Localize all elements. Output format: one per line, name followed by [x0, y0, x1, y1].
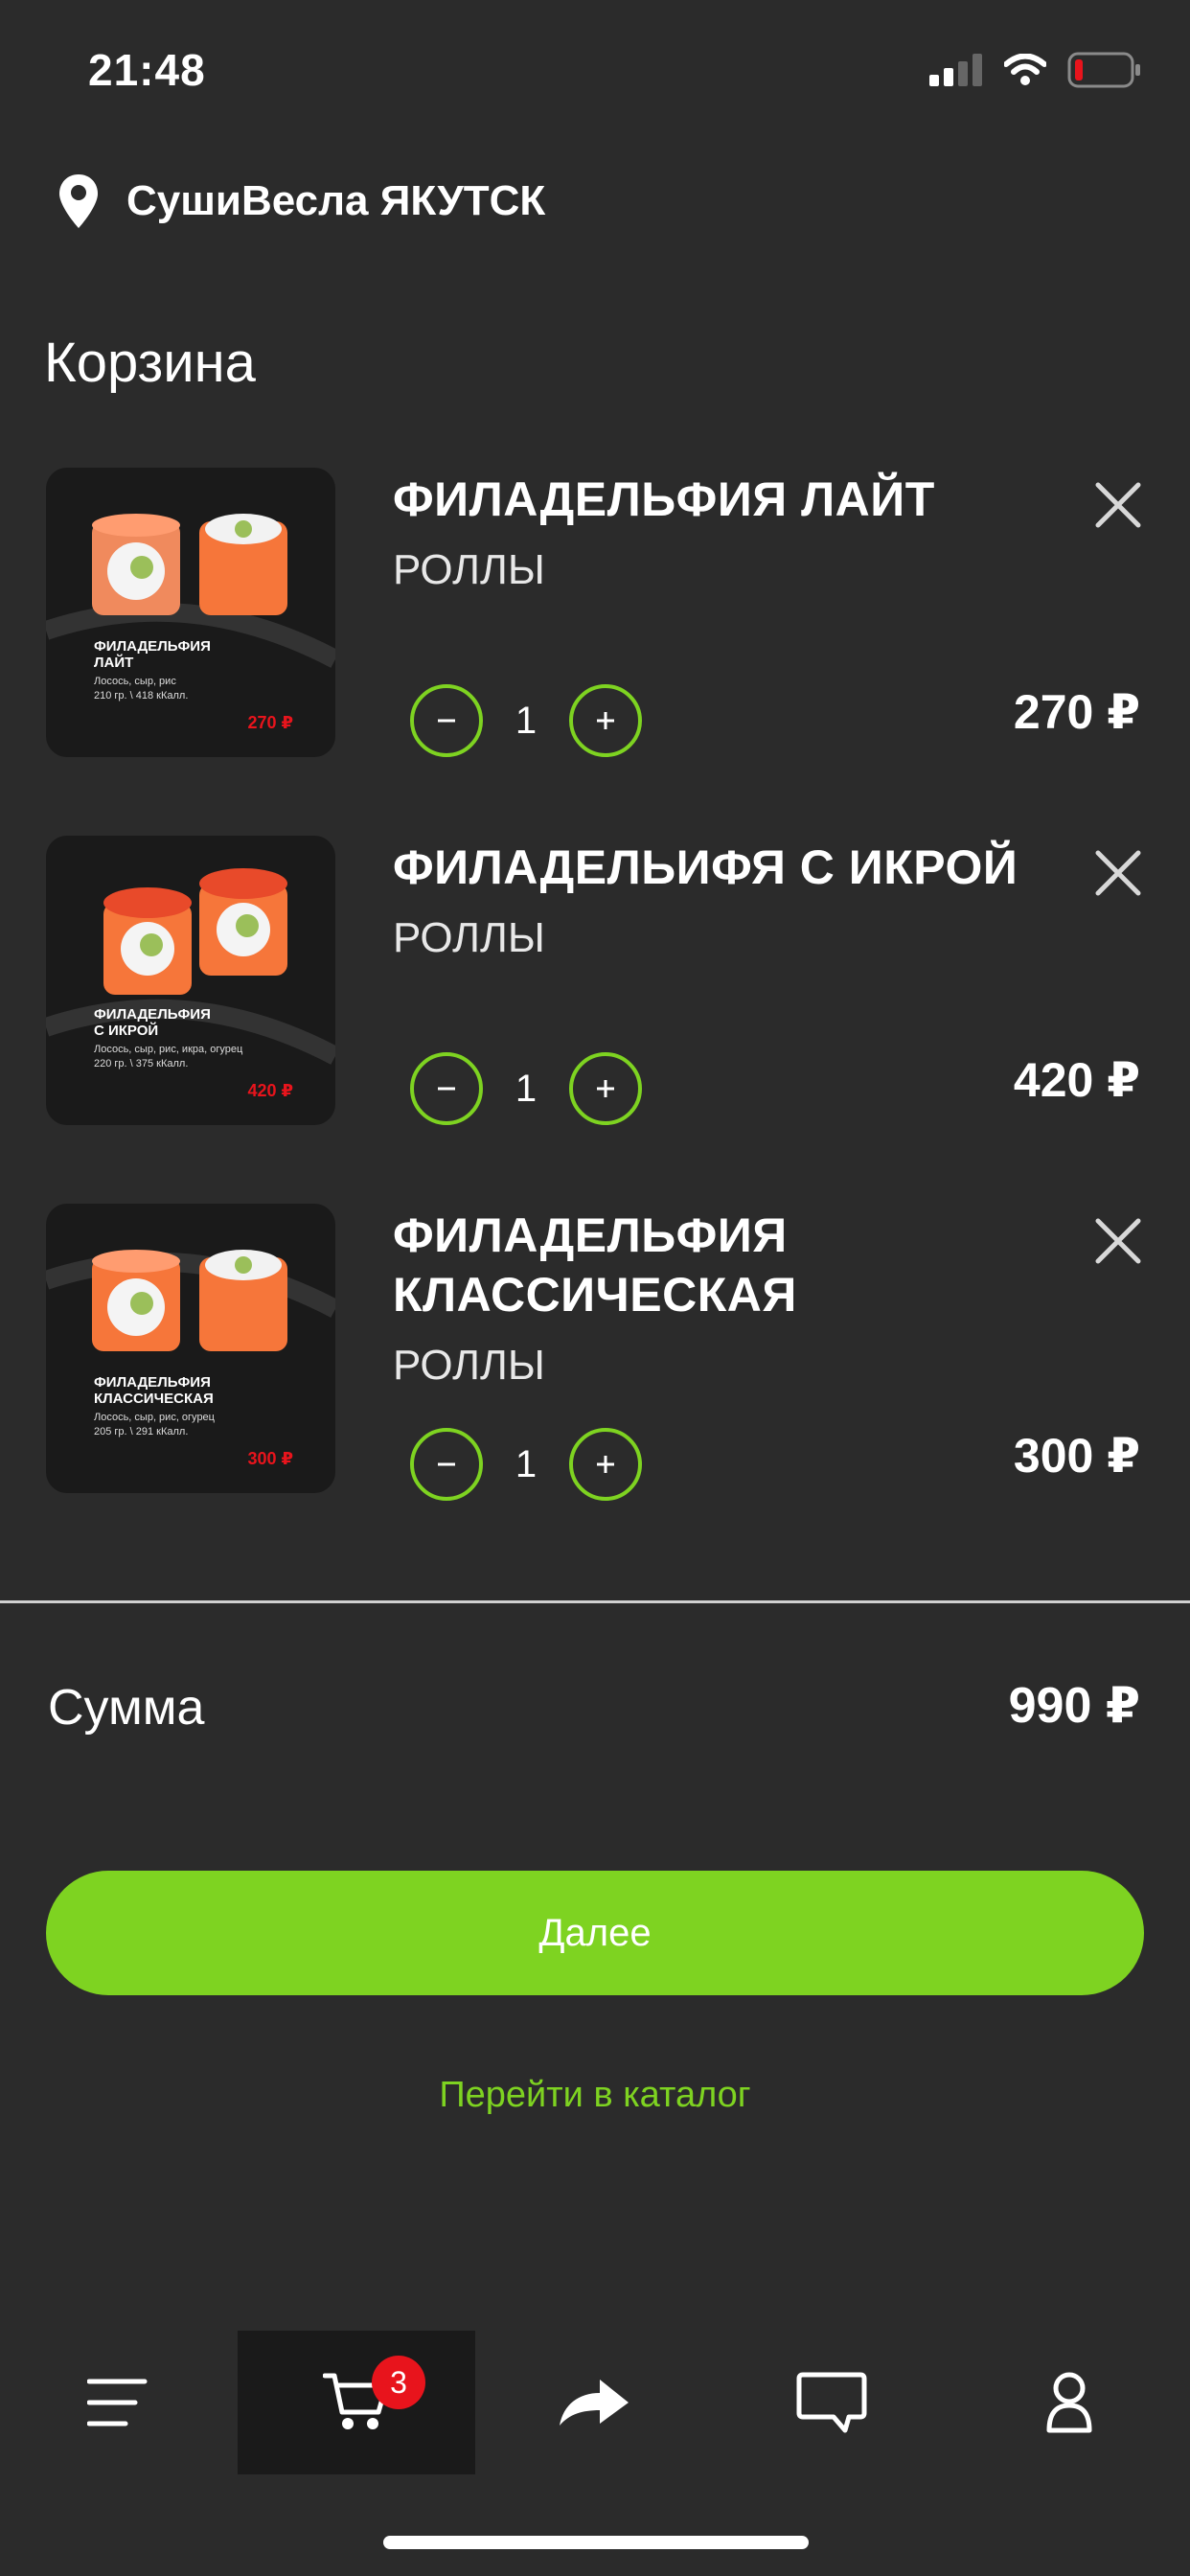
minus-icon — [438, 1087, 455, 1091]
sum-total: 990 ₽ — [1008, 1678, 1140, 1734]
item-category: РОЛЛЫ — [393, 546, 545, 593]
nav-share[interactable] — [475, 2331, 713, 2474]
wifi-icon — [1004, 54, 1046, 85]
nav-menu[interactable] — [0, 2331, 238, 2474]
increase-quantity-button[interactable] — [569, 684, 642, 757]
thumb-title: ФИЛАДЕЛЬФИЯ С ИКРОЙ — [94, 1006, 211, 1039]
thumb-description: Лосось, сыр, рис, огурец 205 гр. \ 291 кК… — [94, 1412, 215, 1438]
decrease-quantity-button[interactable] — [410, 684, 483, 757]
nav-profile[interactable] — [950, 2331, 1188, 2474]
minus-icon — [438, 1462, 455, 1466]
plus-icon — [597, 712, 614, 729]
battery-icon — [1067, 52, 1140, 88]
thumb-title: ФИЛАДЕЛЬФИЯ ЛАЙТ — [94, 638, 211, 671]
divider — [0, 1600, 1190, 1603]
cart-count-badge: 3 — [372, 2356, 425, 2409]
increase-quantity-button[interactable] — [569, 1052, 642, 1125]
thumb-description: Лосось, сыр, рис 210 гр. \ 418 кКалл. — [94, 676, 189, 702]
item-name: ФИЛАДЕЛЬФИЯ ЛАЙТ — [393, 472, 935, 526]
decrease-quantity-button[interactable] — [410, 1428, 483, 1501]
quantity-value: 1 — [515, 1067, 538, 1110]
location-pin-icon — [59, 174, 98, 228]
plus-icon — [597, 1080, 614, 1097]
location-selector[interactable]: СушиВесла ЯКУТСК — [57, 172, 545, 230]
sum-label: Сумма — [48, 1680, 205, 1736]
increase-quantity-button[interactable] — [569, 1428, 642, 1501]
plus-icon — [597, 1456, 614, 1473]
next-button[interactable]: Далее — [46, 1871, 1144, 1995]
item-category: РОЛЛЫ — [393, 1342, 545, 1389]
status-bar: 21:48 — [0, 0, 1190, 144]
thumb-description: Лосось, сыр, рис, икра, огурец 220 гр. \ … — [94, 1044, 243, 1070]
quantity-stepper: 1 — [410, 684, 642, 757]
item-name: ФИЛАДЕЛЬИФЯ С ИКРОЙ — [393, 840, 1018, 894]
quantity-value: 1 — [515, 699, 538, 742]
signal-icon — [929, 54, 982, 86]
close-icon — [1095, 1218, 1141, 1264]
product-image: ФИЛАДЕЛЬФИЯ КЛАССИЧЕСКАЯ Лосось, сыр, рис… — [46, 1204, 335, 1493]
item-price: 420 ₽ — [1013, 1053, 1140, 1107]
quantity-value: 1 — [515, 1442, 538, 1485]
thumb-title: ФИЛАДЕЛЬФИЯ КЛАССИЧЕСКАЯ — [94, 1374, 214, 1407]
profile-icon — [1046, 2372, 1092, 2433]
item-name: ФИЛАДЕЛЬФИЯ КЛАССИЧЕСКАЯ — [393, 1208, 797, 1322]
close-icon — [1095, 482, 1141, 528]
go-to-catalog-link[interactable]: Перейти в каталог — [0, 2075, 1190, 2116]
status-icons — [929, 52, 1142, 88]
nav-chat[interactable] — [713, 2331, 950, 2474]
chat-icon — [796, 2372, 867, 2433]
close-icon — [1095, 850, 1141, 896]
thumb-price: 270 ₽ — [247, 713, 293, 732]
minus-icon — [438, 719, 455, 723]
home-indicator — [383, 2536, 809, 2549]
quantity-stepper: 1 — [410, 1052, 642, 1125]
item-category: РОЛЛЫ — [393, 914, 545, 961]
item-price: 300 ₽ — [1013, 1429, 1140, 1483]
nav-cart[interactable]: 3 — [238, 2331, 475, 2474]
item-price: 270 ₽ — [1013, 685, 1140, 739]
share-icon — [560, 2380, 629, 2426]
remove-item-button[interactable] — [1090, 477, 1146, 533]
quantity-stepper: 1 — [410, 1428, 642, 1501]
remove-item-button[interactable] — [1090, 1213, 1146, 1269]
thumb-price: 300 ₽ — [247, 1449, 293, 1468]
thumb-price: 420 ₽ — [247, 1081, 293, 1100]
location-name: СушиВесла ЯКУТСК — [126, 177, 546, 224]
menu-icon — [87, 2379, 148, 2426]
bottom-nav: 3 — [0, 2331, 1190, 2474]
product-image: ФИЛАДЕЛЬФИЯ ЛАЙТ Лосось, сыр, рис 210 гр. … — [46, 468, 335, 757]
page-title: Корзина — [44, 332, 256, 394]
remove-item-button[interactable] — [1090, 845, 1146, 901]
status-time: 21:48 — [88, 45, 206, 95]
decrease-quantity-button[interactable] — [410, 1052, 483, 1125]
product-image: ФИЛАДЕЛЬФИЯ С ИКРОЙ Лосось, сыр, рис, икр… — [46, 836, 335, 1125]
